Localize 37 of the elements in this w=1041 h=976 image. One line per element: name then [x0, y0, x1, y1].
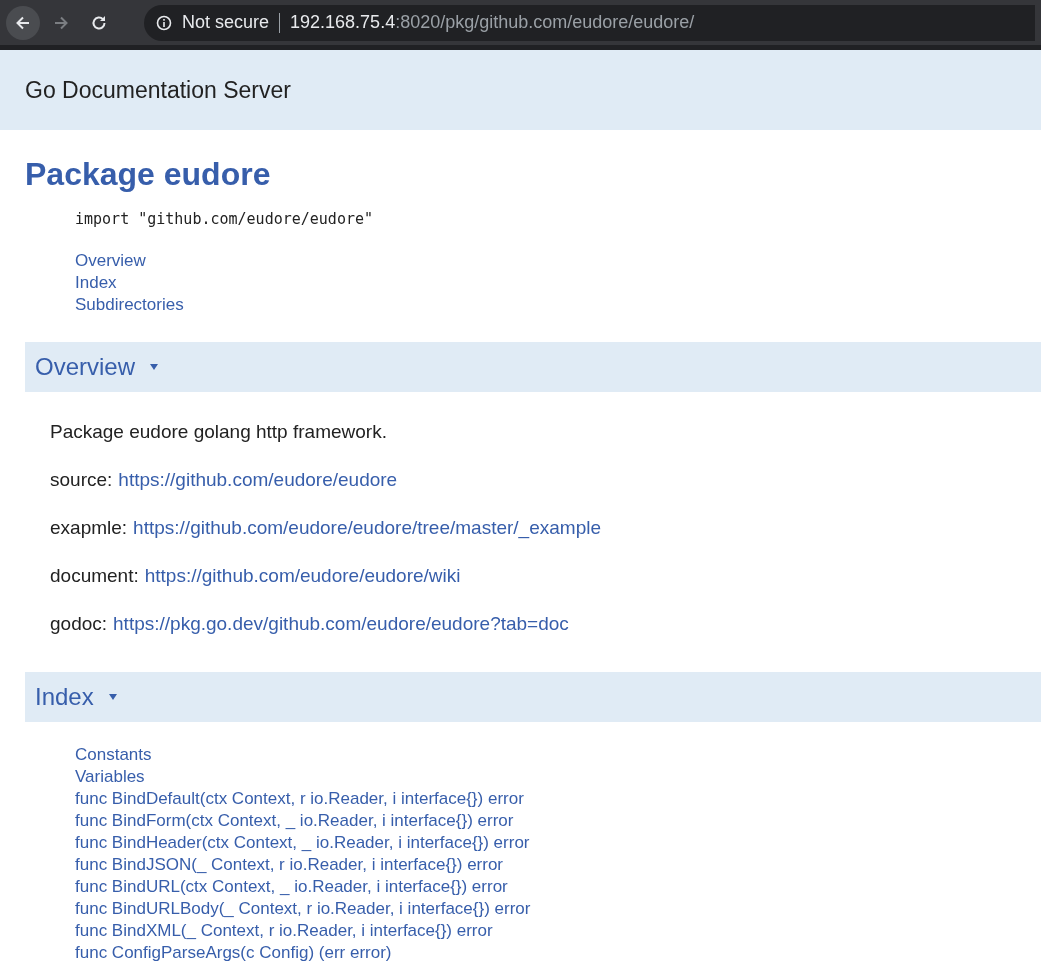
index-link[interactable]: Variables	[75, 766, 145, 788]
site-title: Go Documentation Server	[25, 76, 291, 104]
url-text: 192.168.75.4:8020/pkg/github.com/eudore/eudore/	[290, 12, 695, 33]
url-link[interactable]: https://github.com/eudore/eudore/tree/master/_example	[133, 514, 601, 550]
caret-icon	[107, 693, 118, 701]
link-label: exapmle:	[50, 516, 128, 540]
url-link[interactable]: https://pkg.go.dev/github.com/eudore/eudore?tab=doc	[113, 610, 569, 646]
address-bar[interactable]: Not secure 192.168.75.4:8020/pkg/github.com/eudore/eudore/	[144, 4, 1035, 41]
package-title: Package eudore	[25, 155, 272, 194]
caret-icon	[149, 363, 160, 371]
index-link[interactable]: func BindDefault(ctx Context, r io.Reader, i interface{}) error	[75, 788, 524, 810]
back-button[interactable]	[6, 5, 40, 40]
index-link[interactable]: Constants	[75, 744, 152, 766]
index-link[interactable]: func BindHeader(ctx Context, _ io.Reader, i interface{}) error	[75, 832, 530, 854]
index-link[interactable]: func BindURL(ctx Context, _ io.Reader, i interface{}) error	[75, 876, 508, 898]
url-link[interactable]: https://github.com/eudore/eudore	[118, 466, 398, 502]
link-label: godoc:	[50, 612, 108, 636]
index-link[interactable]: func BindURLBody(_ Context, r io.Reader, i interface{}) error	[75, 898, 531, 920]
reload-icon	[90, 13, 108, 32]
info-icon	[156, 14, 172, 31]
index-link[interactable]: func BindXML(_ Context, r io.Reader, i interface{}) error	[75, 920, 493, 942]
section-title: Overview	[35, 353, 136, 381]
section-header[interactable]: Index	[25, 672, 1041, 722]
index-link[interactable]: func BindForm(ctx Context, _ io.Reader, i interface{}) error	[75, 810, 514, 832]
nav-link[interactable]: Overview	[75, 250, 146, 272]
section-header[interactable]: Overview	[25, 342, 1041, 392]
section-title: Index	[35, 683, 94, 711]
link-label: document:	[50, 564, 139, 588]
paragraph: Package eudore golang http framework.	[50, 420, 388, 444]
index-link[interactable]: func ConfigParseArgs(c Config) (err error)	[75, 942, 392, 964]
nav-link[interactable]: Subdirectories	[75, 294, 184, 316]
import-statement: import "github.com/eudore/eudore"	[75, 210, 374, 228]
security-label: Not secure	[182, 12, 270, 33]
index-link[interactable]: func BindJSON(_ Context, r io.Reader, i interface{}) error	[75, 854, 504, 876]
nav-link[interactable]: Index	[75, 272, 117, 294]
url-link[interactable]: https://github.com/eudore/eudore/wiki	[144, 562, 461, 598]
link-label: source:	[50, 468, 113, 492]
